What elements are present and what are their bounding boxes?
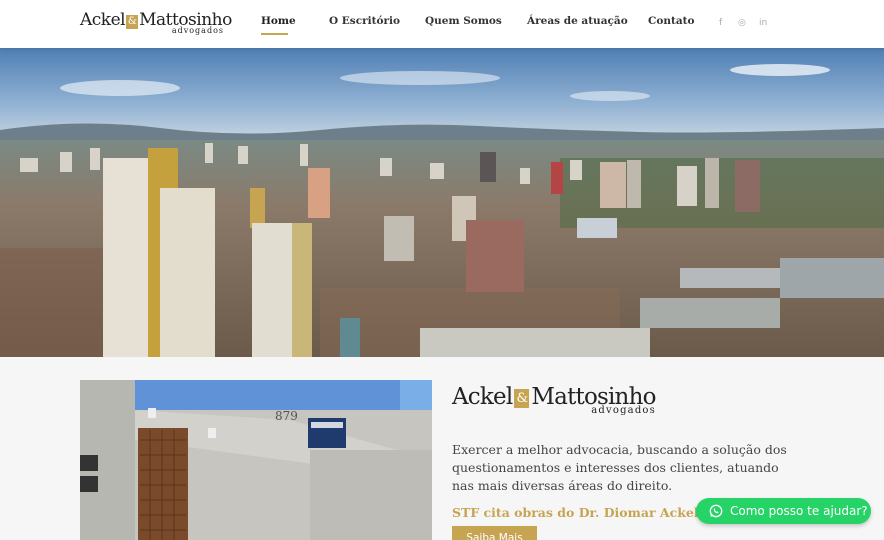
nav-escritorio[interactable]: O Escritório bbox=[329, 15, 400, 27]
hero-city-image bbox=[0, 48, 884, 357]
intro-logo-left: Ackel bbox=[452, 384, 513, 410]
active-nav-indicator bbox=[261, 33, 288, 35]
intro-logo-ampersand: & bbox=[514, 389, 530, 408]
logo-ampersand: & bbox=[126, 15, 139, 29]
logo-left-text: Ackel bbox=[80, 10, 126, 30]
nav-quem-somos[interactable]: Quem Somos bbox=[425, 15, 502, 27]
linkedin-icon[interactable]: in bbox=[759, 18, 767, 28]
instagram-icon[interactable]: ◎ bbox=[738, 18, 746, 28]
facebook-icon[interactable]: f bbox=[719, 18, 722, 28]
logo-subtitle: advogados bbox=[171, 26, 224, 35]
whatsapp-label: Como posso te ajudar? bbox=[730, 504, 868, 518]
office-building-image: 879 bbox=[80, 380, 432, 540]
building-number: 879 bbox=[275, 409, 298, 423]
saiba-mais-button[interactable]: Saiba Mais bbox=[452, 526, 537, 540]
intro-logo-subtitle: advogados bbox=[591, 405, 656, 416]
intro-description: Exercer a melhor advocacia, buscando a s… bbox=[452, 442, 787, 493]
site-header: Ackel & Mattosinho advogados Home O Escrit… bbox=[0, 0, 884, 48]
nav-home[interactable]: Home bbox=[261, 15, 296, 27]
city-panorama-image bbox=[0, 48, 884, 357]
site-logo[interactable]: Ackel & Mattosinho advogados bbox=[80, 10, 232, 38]
office-photo: 879 bbox=[80, 380, 432, 540]
intro-logo: Ackel & Mattosinho advogados bbox=[452, 383, 662, 419]
whatsapp-icon bbox=[709, 504, 723, 518]
nav-contato[interactable]: Contato bbox=[648, 15, 695, 27]
whatsapp-chat-button[interactable]: Como posso te ajudar? bbox=[696, 498, 871, 524]
nav-areas-atuacao[interactable]: Áreas de atuação bbox=[527, 15, 628, 27]
